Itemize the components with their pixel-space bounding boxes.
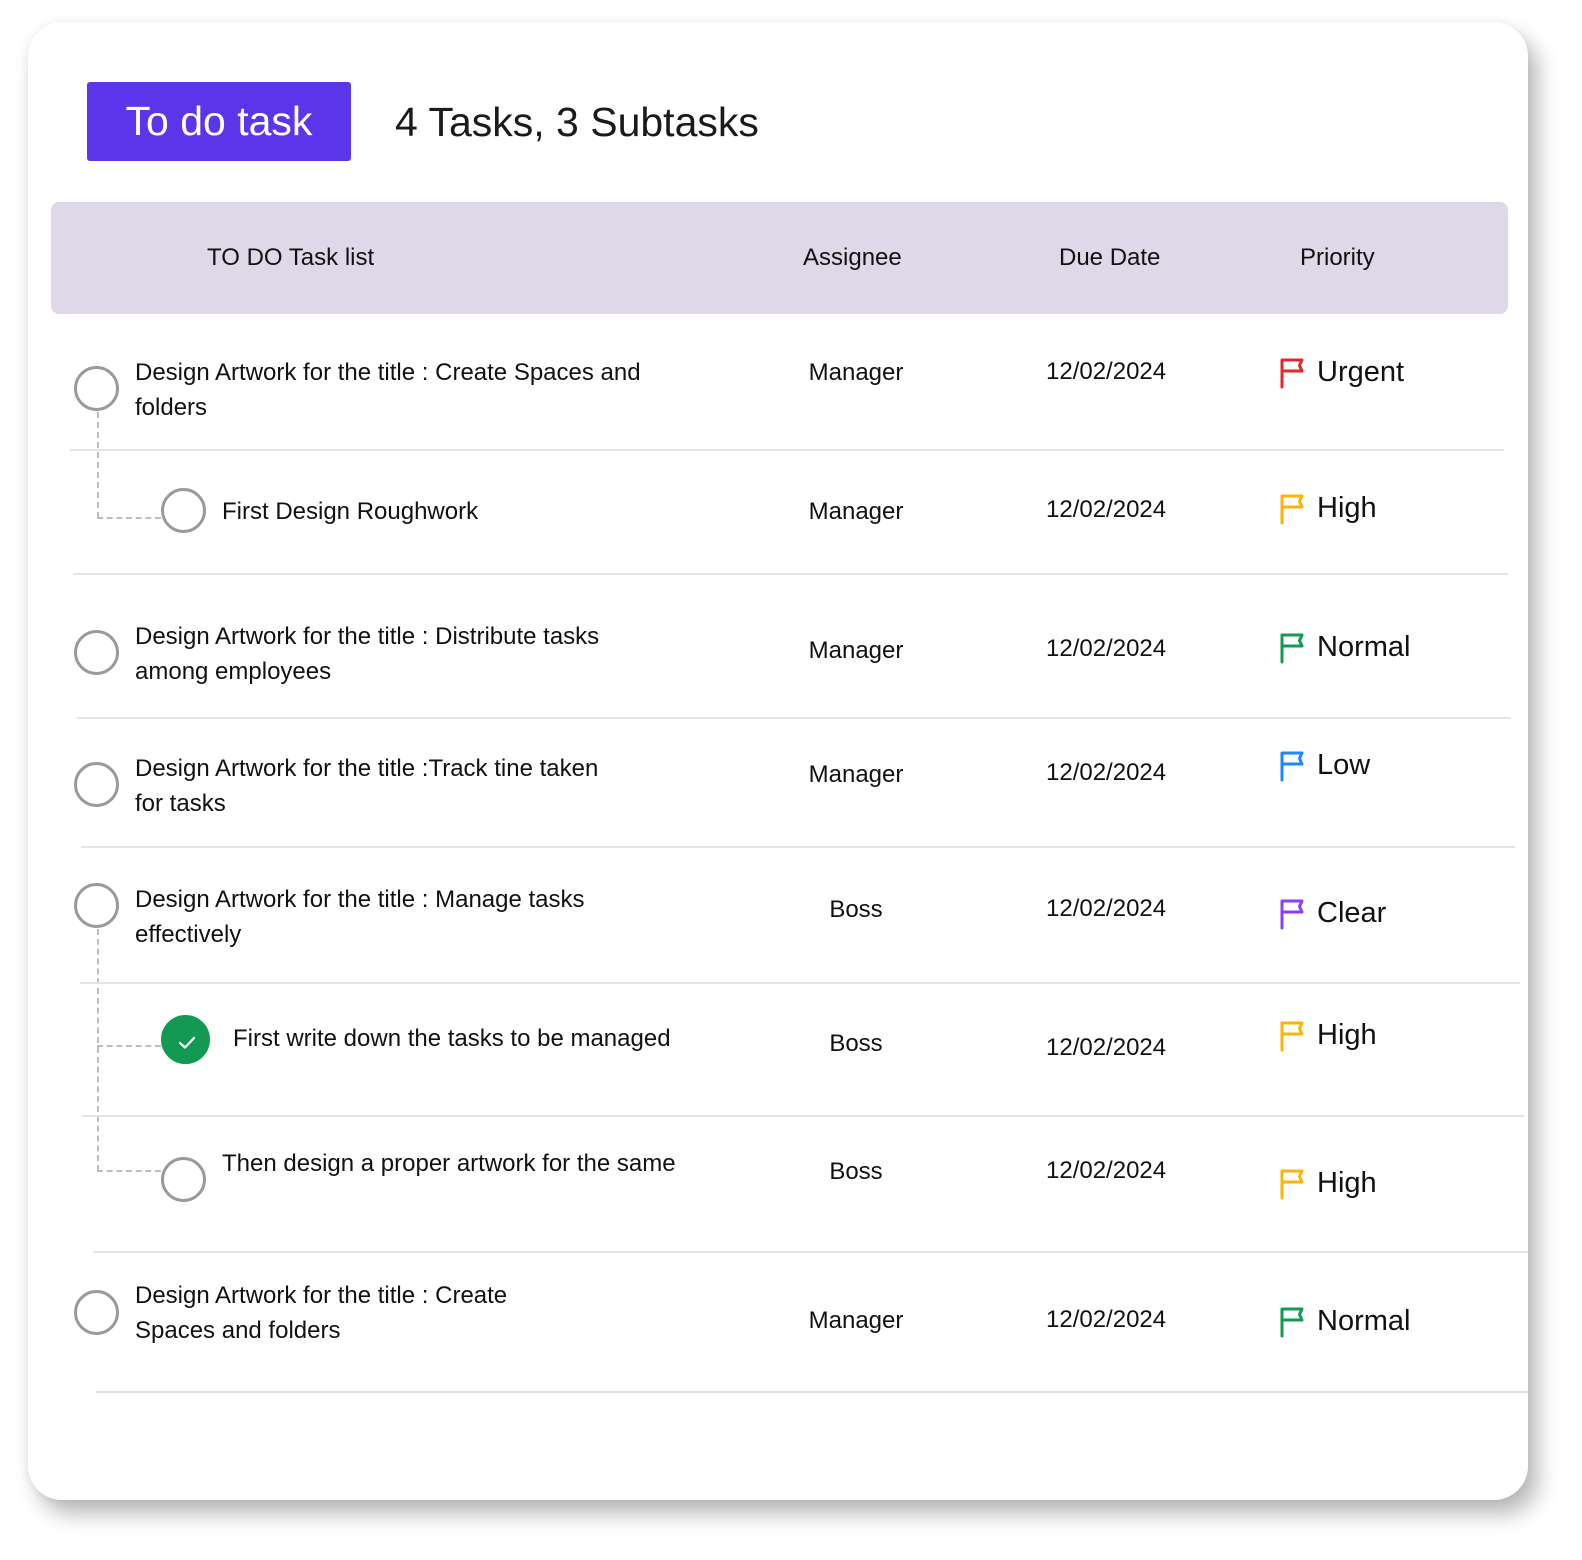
due-date: 12/02/2024: [1046, 635, 1167, 662]
flag-icon: [1280, 358, 1304, 388]
column-header-priority[interactable]: Priority: [1300, 202, 1375, 314]
row-divider: [80, 982, 1520, 984]
row-divider: [77, 717, 1511, 719]
task-title[interactable]: Design Artwork for the title : Distribut…: [135, 619, 675, 689]
row-divider: [81, 846, 1515, 848]
subtask-title[interactable]: Then design a proper artwork for the sam…: [222, 1146, 692, 1181]
priority-badge[interactable]: Urgent: [1279, 356, 1404, 389]
row-divider: [96, 1391, 1528, 1393]
subtask-connector-line: [97, 412, 99, 518]
due-date: 12/02/2024: [1046, 895, 1167, 922]
task-title[interactable]: Design Artwork for the title : Create Sp…: [135, 1278, 575, 1348]
priority-label: Clear: [1317, 897, 1387, 929]
assignee: Boss: [829, 1158, 883, 1185]
row-divider: [93, 1251, 1528, 1253]
priority-label: Urgent: [1317, 356, 1405, 388]
priority-label: Low: [1317, 749, 1371, 781]
column-header-task-list[interactable]: TO DO Task list: [207, 202, 374, 314]
priority-label: High: [1317, 1167, 1377, 1199]
task-title[interactable]: Design Artwork for the title : Manage ta…: [135, 882, 655, 952]
subtask-title[interactable]: First write down the tasks to be managed: [233, 1021, 753, 1056]
flag-icon: [1280, 1169, 1304, 1199]
assignee: Manager: [808, 359, 904, 386]
flag-icon: [1280, 633, 1304, 663]
flag-icon: [1280, 751, 1304, 781]
due-date: 12/02/2024: [1046, 759, 1167, 786]
subtask-title[interactable]: First Design Roughwork: [222, 494, 742, 529]
assignee: Boss: [829, 1030, 883, 1057]
due-date: 12/02/2024: [1046, 496, 1167, 523]
priority-badge[interactable]: High: [1279, 492, 1377, 525]
table-header: TO DO Task list Assignee Due Date Priori…: [51, 202, 1508, 314]
task-checkbox[interactable]: [74, 762, 119, 807]
subtask-checkbox[interactable]: [161, 1157, 206, 1202]
priority-label: High: [1317, 492, 1377, 524]
assignee: Manager: [808, 1307, 904, 1334]
flag-icon: [1280, 494, 1304, 524]
subtask-connector-line: [97, 1045, 161, 1047]
row-divider: [82, 1115, 1524, 1117]
priority-badge[interactable]: Normal: [1279, 1305, 1410, 1338]
assignee: Manager: [808, 498, 904, 525]
column-header-due-date[interactable]: Due Date: [1059, 202, 1160, 314]
task-title[interactable]: Design Artwork for the title : Create Sp…: [135, 355, 675, 425]
due-date: 12/02/2024: [1046, 1157, 1167, 1184]
subtask-checkbox[interactable]: [161, 488, 206, 533]
task-summary: 4 Tasks, 3 Subtasks: [395, 99, 759, 145]
due-date: 12/02/2024: [1046, 1034, 1167, 1061]
task-checkbox[interactable]: [74, 366, 119, 411]
to-do-task-button[interactable]: To do task: [87, 82, 351, 161]
row-divider: [70, 449, 1504, 451]
priority-badge[interactable]: Low: [1279, 749, 1370, 782]
assignee: Manager: [808, 761, 904, 788]
flag-icon: [1280, 1307, 1304, 1337]
task-checkbox[interactable]: [74, 1290, 119, 1335]
task-checkbox[interactable]: [74, 883, 119, 928]
priority-badge[interactable]: Clear: [1279, 897, 1386, 930]
task-checkbox[interactable]: [74, 630, 119, 675]
priority-badge[interactable]: Normal: [1279, 631, 1410, 664]
row-divider: [73, 573, 1508, 575]
subtask-connector-line: [97, 929, 99, 1171]
flag-icon: [1280, 1021, 1304, 1051]
subtask-checkbox-checked[interactable]: [161, 1015, 210, 1064]
check-icon: [178, 1036, 196, 1049]
flag-icon: [1280, 899, 1304, 929]
assignee: Boss: [829, 896, 883, 923]
priority-label: Normal: [1317, 631, 1411, 663]
priority-badge[interactable]: High: [1279, 1019, 1377, 1052]
priority-badge[interactable]: High: [1279, 1167, 1377, 1200]
due-date: 12/02/2024: [1046, 1306, 1167, 1333]
subtask-connector-line: [97, 1170, 161, 1172]
task-title[interactable]: Design Artwork for the title :Track tine…: [135, 751, 605, 821]
priority-label: High: [1317, 1019, 1377, 1051]
due-date: 12/02/2024: [1046, 358, 1167, 385]
column-header-assignee[interactable]: Assignee: [803, 202, 902, 314]
priority-label: Normal: [1317, 1305, 1411, 1337]
subtask-connector-line: [97, 517, 161, 519]
assignee: Manager: [808, 637, 904, 664]
